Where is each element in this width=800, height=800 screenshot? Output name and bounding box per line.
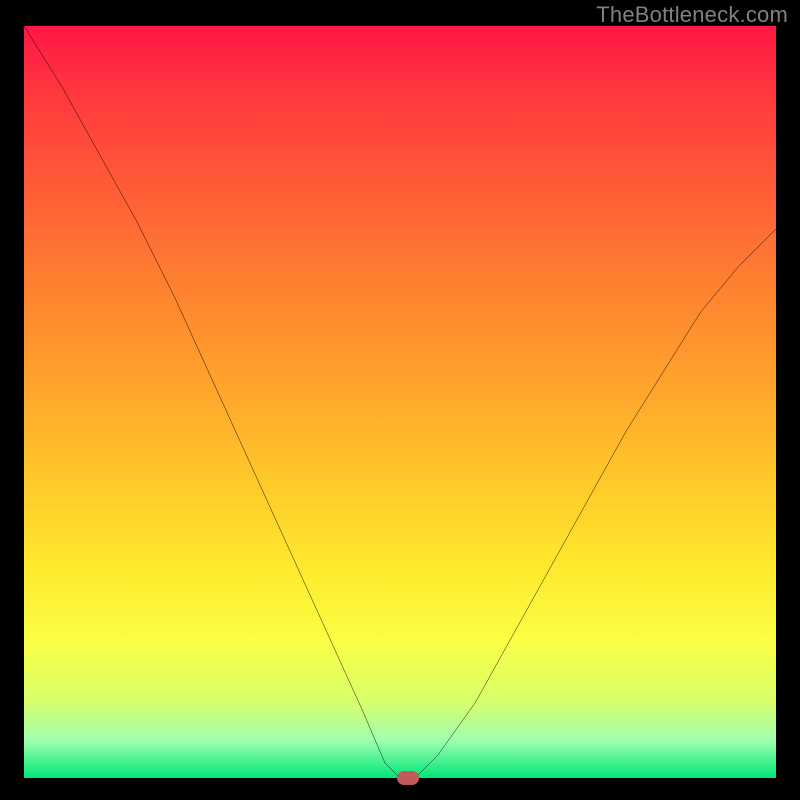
watermark-text: TheBottleneck.com <box>596 2 788 28</box>
plot-area <box>24 26 776 778</box>
chart-frame: TheBottleneck.com <box>0 0 800 800</box>
optimal-point-marker <box>397 771 419 785</box>
bottleneck-curve <box>24 26 776 778</box>
